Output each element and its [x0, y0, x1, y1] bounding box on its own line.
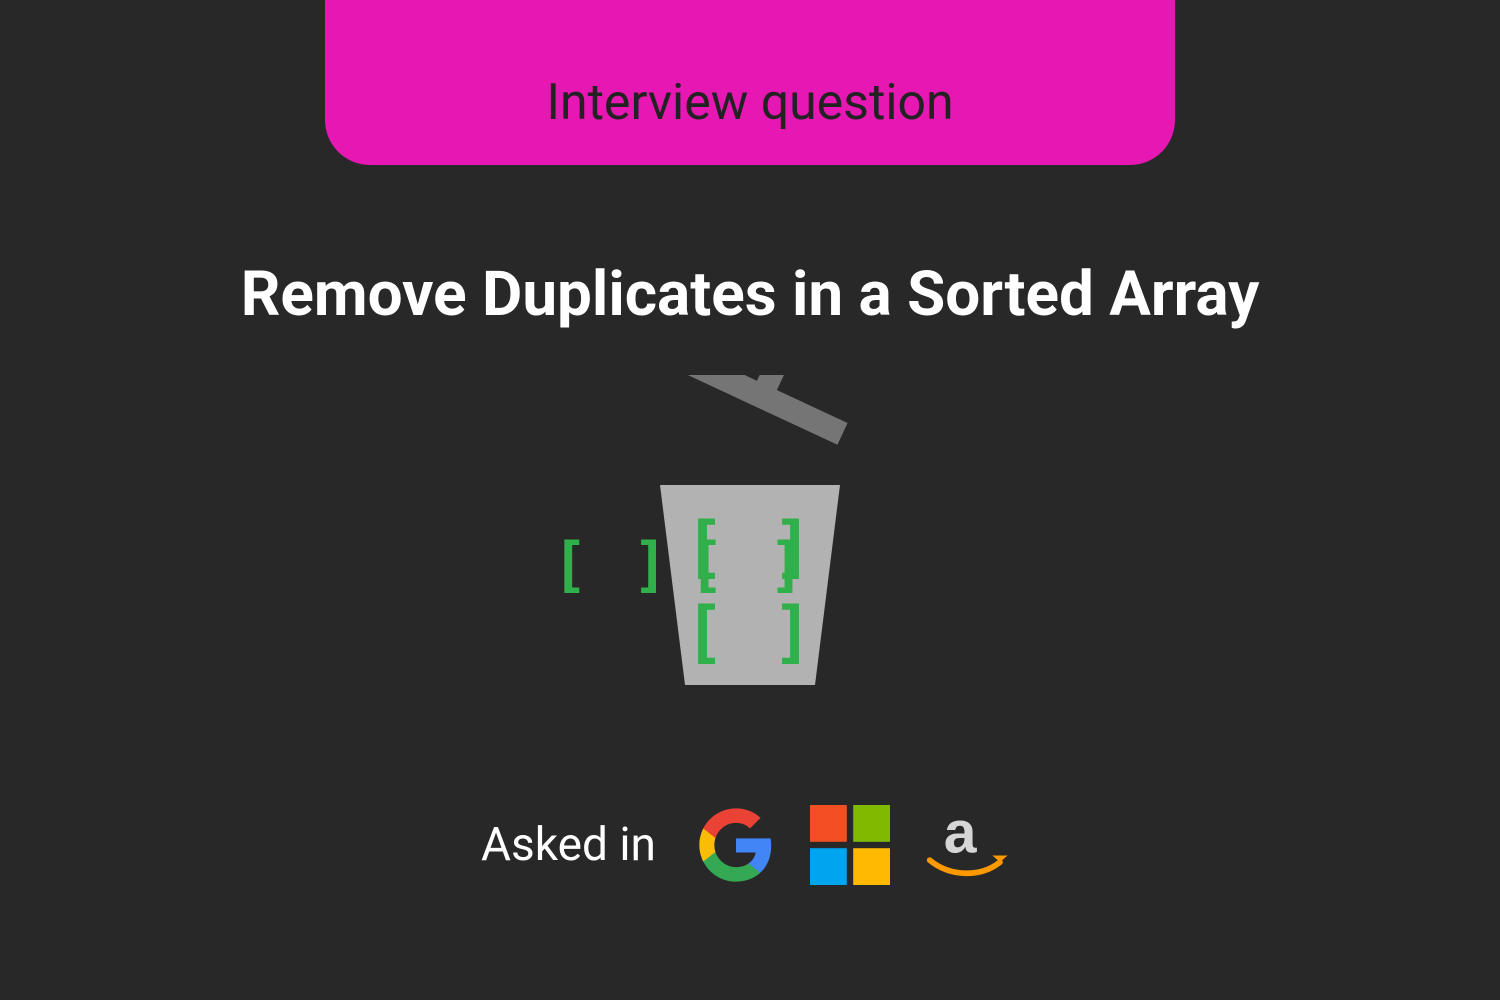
asked-in-row: Asked in a	[0, 805, 1500, 885]
amazon-icon: a	[924, 805, 1019, 885]
brackets-outside: [ ] [ ]	[552, 530, 809, 600]
microsoft-icon	[810, 805, 890, 885]
banner-label: Interview question	[546, 74, 953, 132]
svg-text:[ ]: [ ]	[684, 593, 816, 672]
bracket-icon: [ ]	[688, 530, 808, 600]
company-icons: a	[696, 805, 1019, 885]
interview-question-banner: Interview question	[325, 0, 1175, 165]
svg-text:a: a	[944, 805, 978, 866]
google-icon	[696, 805, 776, 885]
question-title: Remove Duplicates in a Sorted Array	[0, 258, 1500, 331]
asked-in-label: Asked in	[481, 818, 656, 872]
bracket-icon: [ ]	[552, 530, 672, 600]
